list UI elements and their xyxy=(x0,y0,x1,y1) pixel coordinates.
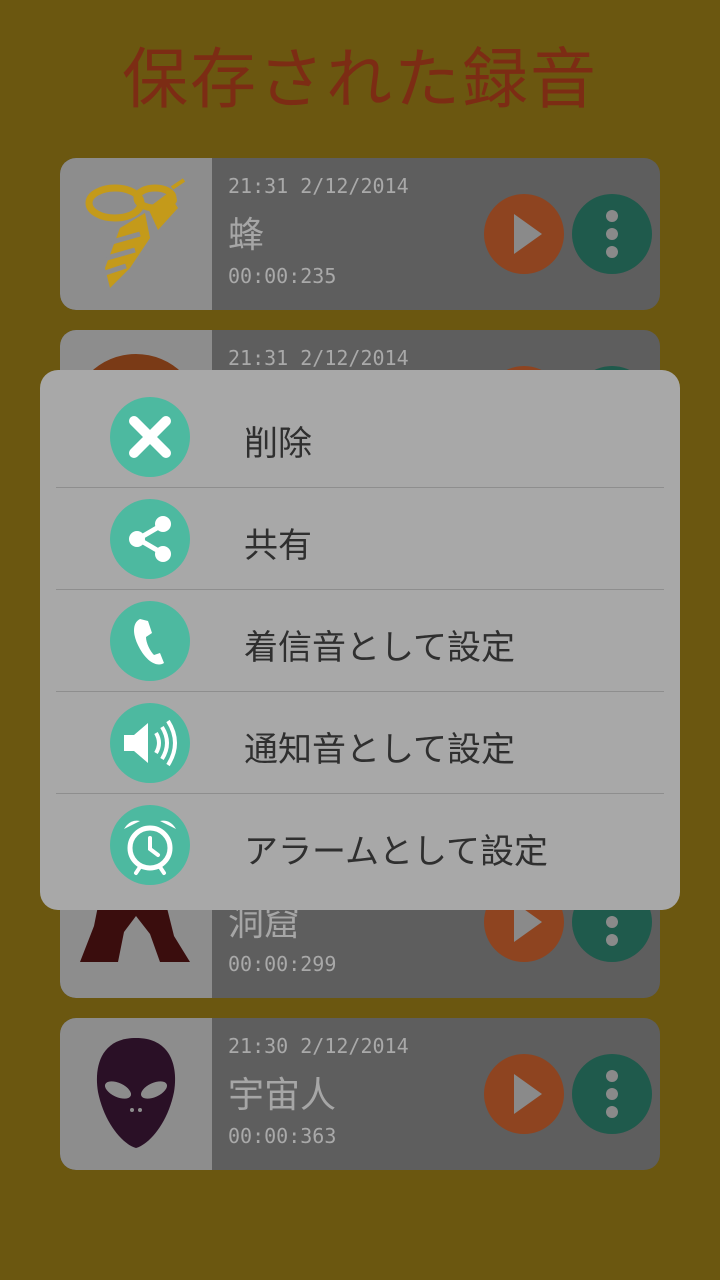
menu-item-label: 通知音として設定 xyxy=(244,730,515,770)
share-icon xyxy=(110,499,190,579)
menu-item-label: アラームとして設定 xyxy=(244,832,548,872)
menu-item-set-ringtone[interactable]: 着信音として設定 xyxy=(56,590,664,692)
bee-icon xyxy=(60,158,212,310)
options-dialog: 削除 共有 着信音として設定 通知音として設定 アラームとして設定 xyxy=(40,370,680,910)
menu-item-label: 着信音として設定 xyxy=(244,628,515,668)
more-options-button[interactable] xyxy=(572,1054,652,1134)
menu-item-set-alarm[interactable]: アラームとして設定 xyxy=(56,794,664,896)
play-icon xyxy=(514,214,542,254)
menu-item-share[interactable]: 共有 xyxy=(56,488,664,590)
recording-date: 21:31 2/12/2014 xyxy=(228,174,409,198)
menu-item-label: 削除 xyxy=(244,424,312,464)
recording-card[interactable]: 21:31 2/12/2014 蜂 00:00:235 xyxy=(60,158,660,310)
more-options-button[interactable] xyxy=(572,194,652,274)
recording-date: 21:30 2/12/2014 xyxy=(228,1034,409,1058)
alien-icon xyxy=(60,1018,212,1170)
recording-duration: 00:00:363 xyxy=(228,1124,337,1148)
alarm-clock-icon xyxy=(110,805,190,885)
recording-card[interactable]: 21:30 2/12/2014 宇宙人 00:00:363 xyxy=(60,1018,660,1170)
more-vertical-icon xyxy=(606,1070,618,1118)
play-button[interactable] xyxy=(484,194,564,274)
menu-item-delete[interactable]: 削除 xyxy=(56,386,664,488)
speaker-icon xyxy=(110,703,190,783)
recording-name: 宇宙人 xyxy=(228,1075,337,1116)
recording-name: 蜂 xyxy=(228,215,265,256)
recording-duration: 00:00:235 xyxy=(228,264,337,288)
recording-date: 21:31 2/12/2014 xyxy=(228,346,409,370)
page-title: 保存された録音 xyxy=(122,41,598,118)
phone-icon xyxy=(110,601,190,681)
play-icon xyxy=(514,1074,542,1114)
recording-duration: 00:00:299 xyxy=(228,952,337,976)
menu-item-label: 共有 xyxy=(244,526,312,566)
close-icon xyxy=(110,397,190,477)
more-vertical-icon xyxy=(606,210,618,258)
play-button[interactable] xyxy=(484,1054,564,1134)
menu-item-set-notification[interactable]: 通知音として設定 xyxy=(56,692,664,794)
